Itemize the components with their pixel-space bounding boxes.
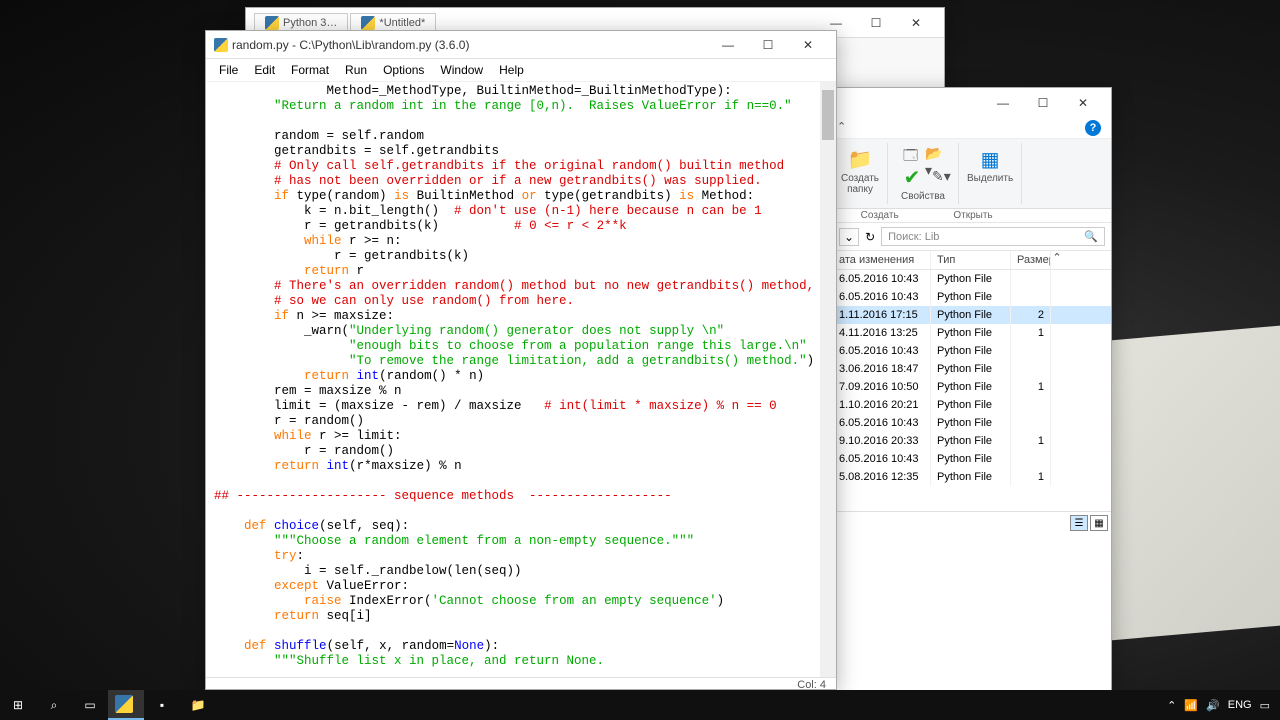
view-mode-toggle[interactable]: ☰ ▦ bbox=[1070, 515, 1108, 531]
file-explorer-window: — ☐ ✕ ⌃ ? 📁 Создать папку 🗔 📂▾ ✔ ✎▾ Свой… bbox=[832, 87, 1112, 697]
table-row[interactable]: 6.05.2016 10:43Python File bbox=[833, 450, 1111, 468]
minimize-button[interactable]: — bbox=[708, 31, 748, 59]
close-button[interactable]: ✕ bbox=[788, 31, 828, 59]
chevron-up-icon[interactable]: ⌃ bbox=[837, 120, 846, 136]
chevron-up-icon[interactable]: ⌃ bbox=[1051, 251, 1063, 269]
code-editor[interactable]: Method=_MethodType, BuiltinMethod=_Built… bbox=[206, 82, 836, 677]
explorer-ribbon: 📁 Создать папку 🗔 📂▾ ✔ ✎▾ Свойства ▦ Выд… bbox=[833, 139, 1111, 209]
menu-edit[interactable]: Edit bbox=[247, 61, 282, 79]
tab-label: *Untitled* bbox=[379, 17, 425, 29]
ribbon-new-folder[interactable]: 📁 Создать папку bbox=[833, 143, 888, 204]
task-view-icon[interactable]: ▭ bbox=[72, 690, 108, 720]
help-icon[interactable]: ? bbox=[1085, 120, 1101, 136]
windows-taskbar: ⊞ ⌕ ▭ ▪ 📁 ⌃ 📶 🔊 ENG ▭ bbox=[0, 690, 1280, 720]
table-row[interactable]: 6.05.2016 10:43Python File bbox=[833, 270, 1111, 288]
taskbar-app-idle[interactable] bbox=[108, 690, 144, 720]
table-row[interactable]: 3.06.2016 18:47Python File bbox=[833, 360, 1111, 378]
minimize-button[interactable]: — bbox=[983, 89, 1023, 117]
close-button[interactable]: ✕ bbox=[1063, 89, 1103, 117]
col-size[interactable]: Размер bbox=[1011, 251, 1051, 269]
volume-icon[interactable]: 🔊 bbox=[1206, 699, 1220, 712]
ribbon-select[interactable]: ▦ Выделить bbox=[959, 143, 1022, 204]
system-tray[interactable]: ⌃ 📶 🔊 ENG ▭ bbox=[1157, 699, 1280, 712]
taskbar-app-cmd[interactable]: ▪ bbox=[144, 690, 180, 720]
address-bar: ⌄ ↻ Поиск: Lib 🔍 bbox=[833, 223, 1111, 251]
properties-icon[interactable]: 🗔 bbox=[903, 145, 921, 163]
notifications-icon[interactable]: ▭ bbox=[1260, 699, 1270, 712]
close-button[interactable]: ✕ bbox=[896, 9, 936, 37]
table-row[interactable]: 5.08.2016 12:35Python File1 bbox=[833, 468, 1111, 486]
python-icon bbox=[265, 16, 279, 30]
open-icon[interactable]: 📂▾ bbox=[925, 145, 943, 163]
table-row[interactable]: 7.09.2016 10:50Python File1 bbox=[833, 378, 1111, 396]
menubar: File Edit Format Run Options Window Help bbox=[206, 59, 836, 82]
table-row[interactable]: 6.05.2016 10:43Python File bbox=[833, 414, 1111, 432]
maximize-button[interactable]: ☐ bbox=[748, 31, 788, 59]
select-all-icon: ▦ bbox=[974, 145, 1006, 173]
python-icon bbox=[115, 695, 133, 713]
network-icon[interactable]: 📶 bbox=[1184, 699, 1198, 712]
python-icon bbox=[214, 38, 228, 52]
menu-help[interactable]: Help bbox=[492, 61, 531, 79]
search-icon[interactable]: 🔍 bbox=[1084, 230, 1098, 243]
menu-format[interactable]: Format bbox=[284, 61, 336, 79]
start-button[interactable]: ⊞ bbox=[0, 690, 36, 720]
search-icon[interactable]: ⌕ bbox=[36, 690, 72, 720]
file-list[interactable]: ата изменения Тип Размер ⌃ 6.05.2016 10:… bbox=[833, 251, 1111, 511]
menu-options[interactable]: Options bbox=[376, 61, 431, 79]
edit-icon[interactable]: ✎▾ bbox=[932, 168, 950, 186]
checkmark-icon[interactable]: ✔ bbox=[896, 163, 928, 191]
taskbar-app-explorer[interactable]: 📁 bbox=[180, 690, 216, 720]
table-row[interactable]: 9.10.2016 20:33Python File1 bbox=[833, 432, 1111, 450]
col-type[interactable]: Тип bbox=[931, 251, 1011, 269]
table-row[interactable]: 1.11.2016 17:15Python File2 bbox=[833, 306, 1111, 324]
search-input[interactable]: Поиск: Lib 🔍 bbox=[881, 227, 1105, 246]
details-view-icon[interactable]: ☰ bbox=[1070, 515, 1088, 531]
refresh-icon[interactable]: ↻ bbox=[865, 230, 875, 244]
idle-editor-window: random.py - C:\Python\Lib\random.py (3.6… bbox=[205, 30, 837, 690]
explorer-titlebar[interactable]: — ☐ ✕ bbox=[833, 88, 1111, 118]
col-date[interactable]: ата изменения bbox=[833, 251, 931, 269]
table-row[interactable]: 1.10.2016 20:21Python File bbox=[833, 396, 1111, 414]
vertical-scrollbar[interactable] bbox=[820, 82, 836, 677]
maximize-button[interactable]: ☐ bbox=[1023, 89, 1063, 117]
table-row[interactable]: 4.11.2016 13:25Python File1 bbox=[833, 324, 1111, 342]
icons-view-icon[interactable]: ▦ bbox=[1090, 515, 1108, 531]
menu-run[interactable]: Run bbox=[338, 61, 374, 79]
ribbon-group-label: Создать bbox=[833, 209, 926, 222]
ribbon-open-group: 🗔 📂▾ ✔ ✎▾ Свойства bbox=[888, 143, 959, 204]
window-title: random.py - C:\Python\Lib\random.py (3.6… bbox=[232, 38, 708, 52]
new-folder-icon: 📁 bbox=[844, 145, 876, 173]
chevron-down-icon[interactable]: ⌄ bbox=[839, 228, 859, 246]
tray-chevron-icon[interactable]: ⌃ bbox=[1167, 699, 1176, 712]
table-row[interactable]: 6.05.2016 10:43Python File bbox=[833, 288, 1111, 306]
maximize-button[interactable]: ☐ bbox=[856, 9, 896, 37]
table-row[interactable]: 6.05.2016 10:43Python File bbox=[833, 342, 1111, 360]
idle-titlebar[interactable]: random.py - C:\Python\Lib\random.py (3.6… bbox=[206, 31, 836, 59]
scrollbar-thumb[interactable] bbox=[822, 90, 834, 140]
tab-label: Python 3… bbox=[283, 17, 337, 29]
language-indicator[interactable]: ENG bbox=[1228, 699, 1252, 711]
ribbon-group-label: Открыть bbox=[926, 209, 1019, 222]
menu-window[interactable]: Window bbox=[433, 61, 490, 79]
python-icon bbox=[361, 16, 375, 30]
menu-file[interactable]: File bbox=[212, 61, 245, 79]
column-headers[interactable]: ата изменения Тип Размер ⌃ bbox=[833, 251, 1111, 270]
